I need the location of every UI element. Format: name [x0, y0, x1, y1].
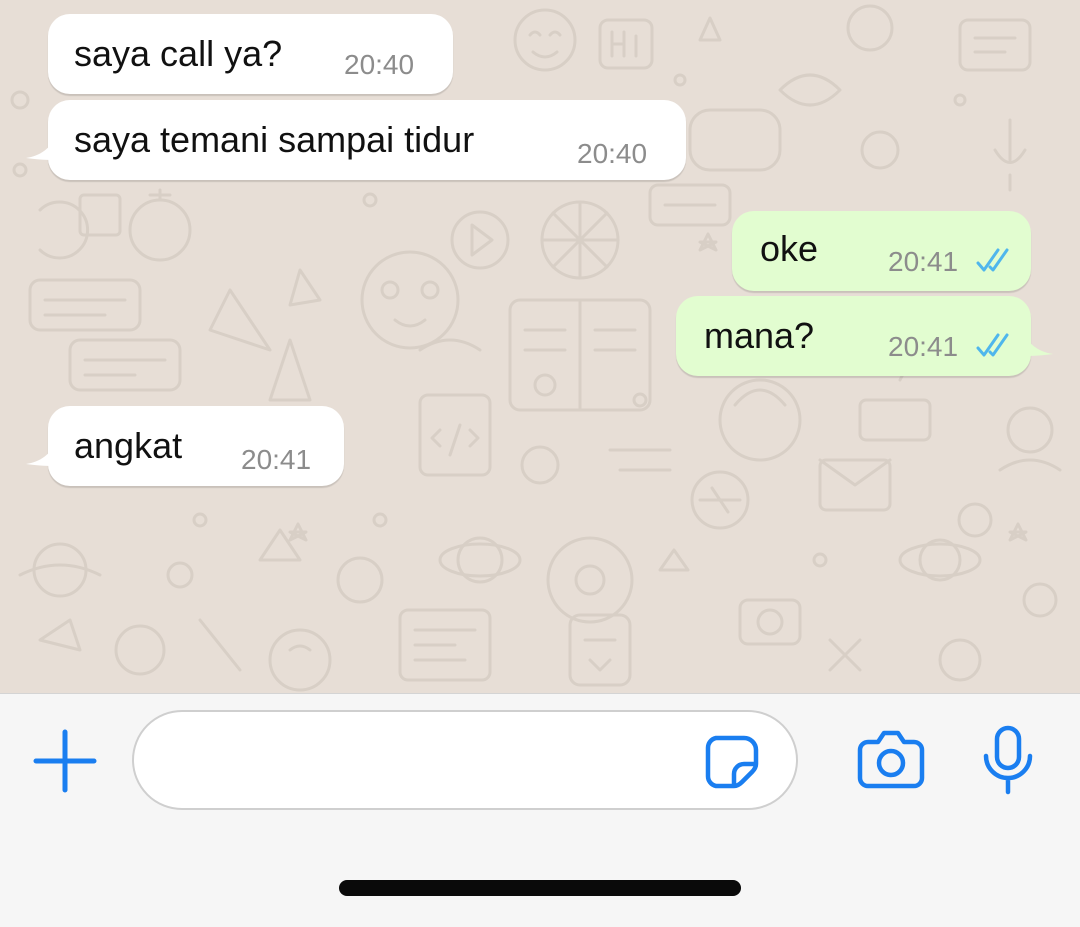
message-text: mana?	[704, 315, 815, 356]
message-timestamp: 20:41	[888, 246, 959, 277]
message-timestamp: 20:41	[888, 331, 959, 362]
message-text: saya call ya?	[74, 33, 283, 74]
message-timestamp: 20:41	[241, 444, 312, 475]
message-bubble-incoming[interactable]: saya call ya? 20:40	[48, 14, 453, 94]
message-input[interactable]	[164, 732, 708, 790]
message-bubble-incoming[interactable]: angkat 20:41	[26, 406, 344, 486]
message-bubble-incoming[interactable]: saya temani sampai tidur 20:40	[26, 100, 686, 180]
message-text: oke	[760, 228, 819, 269]
camera-button[interactable]	[856, 728, 926, 790]
message-timestamp: 20:40	[577, 138, 648, 169]
message-bubble-outgoing[interactable]: mana? 20:41	[676, 296, 1053, 376]
bubble-tail	[1023, 330, 1053, 356]
voice-message-button[interactable]	[980, 724, 1036, 796]
bubble-tail	[26, 440, 56, 466]
attach-button[interactable]	[30, 726, 100, 796]
bubble-tail	[26, 134, 56, 160]
sticker-button[interactable]	[704, 734, 760, 790]
message-input-field[interactable]	[132, 710, 798, 810]
chat-area: saya call ya? 20:40 saya temani sampai t…	[0, 0, 1080, 693]
plus-icon	[33, 729, 97, 793]
message-composer	[0, 693, 1080, 927]
message-text: angkat	[74, 425, 183, 466]
message-bubble-outgoing[interactable]: oke 20:41	[732, 211, 1031, 291]
home-indicator	[339, 880, 741, 896]
message-text: saya temani sampai tidur	[74, 119, 475, 160]
read-receipt-icon	[976, 248, 1009, 272]
read-receipt-icon	[976, 333, 1009, 357]
microphone-icon	[983, 725, 1033, 795]
message-timestamp: 20:40	[344, 49, 415, 80]
sticker-icon	[705, 735, 759, 789]
camera-icon	[857, 730, 925, 789]
